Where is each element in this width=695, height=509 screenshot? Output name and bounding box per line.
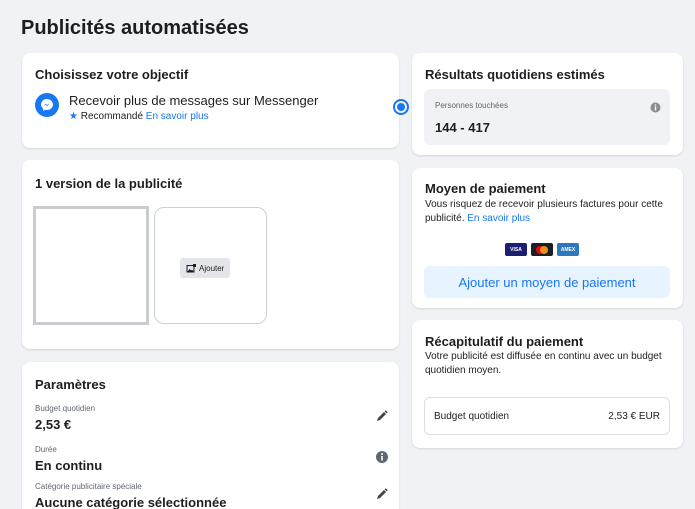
- objective-card: Choisissez votre objectif Recevoir plus …: [22, 53, 409, 148]
- results-title: Résultats quotidiens estimés: [425, 67, 605, 82]
- results-card: Résultats quotidiens estimés Personnes t…: [412, 53, 683, 155]
- payment-learn-more-link[interactable]: En savoir plus: [467, 213, 530, 224]
- edit-icon[interactable]: [375, 487, 389, 501]
- payment-summary-title: Récapitulatif du paiement: [425, 334, 584, 349]
- reach-label: Personnes touchées: [435, 101, 508, 110]
- payment-description-text: Vous risquez de recevoir plusieurs factu…: [425, 199, 663, 224]
- budget-label: Budget quotidien: [35, 404, 96, 413]
- summary-budget-row: Budget quotidien 2,53 € EUR: [424, 397, 670, 435]
- objective-radio[interactable]: [393, 99, 409, 115]
- info-icon[interactable]: [375, 450, 389, 464]
- payment-description: Vous risquez de recevoir plusieurs factu…: [425, 198, 675, 226]
- payment-summary-description: Votre publicité est diffusée en continu …: [425, 351, 662, 376]
- budget-value: 2,53 €: [35, 417, 72, 432]
- ad-version-card: 1 version de la publicité Ajouter: [22, 160, 399, 349]
- add-media-tile[interactable]: Ajouter: [154, 207, 267, 324]
- summary-budget-value: 2,53 € EUR: [608, 410, 660, 422]
- info-icon[interactable]: [650, 102, 661, 113]
- edit-icon[interactable]: [375, 409, 389, 423]
- add-media-label: Ajouter: [199, 263, 225, 273]
- duration-value: En continu: [35, 458, 103, 473]
- ad-preview-slot[interactable]: [33, 206, 149, 325]
- duration-label: Durée: [35, 445, 57, 454]
- amex-icon: AMEX: [557, 243, 579, 256]
- recommended-label: Recommandé: [80, 111, 144, 122]
- mastercard-icon: [531, 243, 553, 256]
- add-photo-icon: [186, 263, 196, 272]
- star-icon: ★: [69, 111, 78, 122]
- add-media-button[interactable]: Ajouter: [180, 258, 231, 278]
- special-category-value: Aucune catégorie sélectionnée: [35, 495, 227, 509]
- params-card: Paramètres Budget quotidien 2,53 € Durée…: [22, 362, 399, 509]
- special-category-label: Catégorie publicitaire spéciale: [35, 482, 142, 491]
- visa-icon: VISA: [505, 243, 527, 256]
- objective-meta: ★ Recommandé En savoir plus: [69, 111, 209, 122]
- payment-method-title: Moyen de paiement: [425, 181, 546, 196]
- card-logos: VISA AMEX: [505, 243, 579, 256]
- objective-option-label[interactable]: Recevoir plus de messages sur Messenger: [69, 93, 318, 108]
- page-title: Publicités automatisées: [21, 17, 249, 39]
- payment-summary-card: Récapitulatif du paiement Votre publicit…: [412, 320, 683, 448]
- add-payment-method-button[interactable]: Ajouter un moyen de paiement: [424, 266, 670, 298]
- ad-version-title: 1 version de la publicité: [35, 176, 183, 191]
- reach-box: Personnes touchées 144 - 417: [424, 89, 670, 145]
- objective-title: Choisissez votre objectif: [35, 67, 189, 82]
- objective-learn-more-link[interactable]: En savoir plus: [146, 111, 209, 122]
- reach-value: 144 - 417: [435, 120, 490, 135]
- params-title: Paramètres: [35, 377, 106, 392]
- summary-budget-label: Budget quotidien: [434, 410, 510, 422]
- payment-method-card: Moyen de paiement Vous risquez de recevo…: [412, 168, 683, 308]
- messenger-icon: [35, 93, 59, 117]
